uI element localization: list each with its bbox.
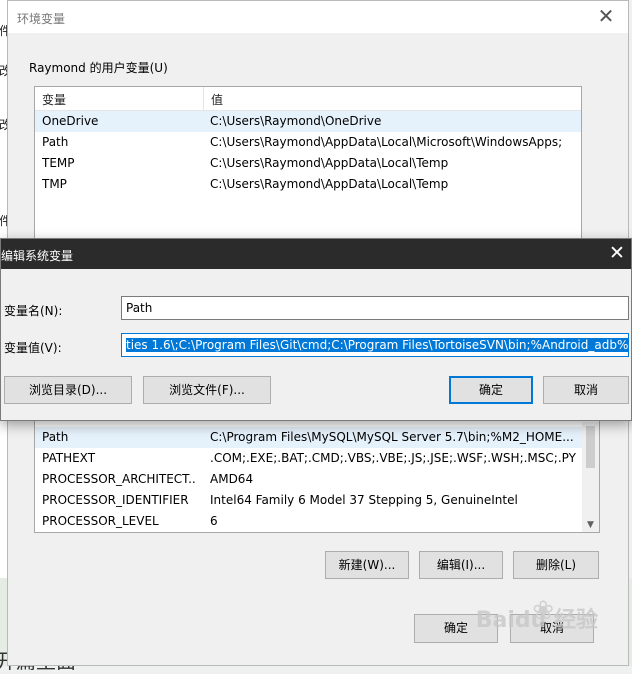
browse-file-button[interactable]: 浏览文件(F)... xyxy=(143,376,271,404)
variable-name: TEMP xyxy=(42,156,75,170)
variable-value: AMD64 xyxy=(210,472,254,486)
scrollbar-thumb[interactable] xyxy=(586,426,595,468)
variable-name: Path xyxy=(42,135,69,149)
column-divider[interactable] xyxy=(203,87,204,110)
new-variable-button[interactable]: 新建(W)... xyxy=(325,551,409,579)
system-variable-row[interactable]: PATHEXT .COM;.EXE;.BAT;.CMD;.VBS;.VBE;.J… xyxy=(35,448,582,469)
column-header-variable[interactable]: 变量 xyxy=(42,91,66,108)
browse-directory-button[interactable]: 浏览目录(D)... xyxy=(4,376,132,404)
close-icon[interactable]: ✕ xyxy=(596,5,616,27)
variable-name: OneDrive xyxy=(42,114,99,128)
user-variable-row[interactable]: Path C:\Users\Raymond\AppData\Local\Micr… xyxy=(35,132,581,153)
variable-value: C:\Users\Raymond\AppData\Local\Temp xyxy=(210,177,449,191)
variable-value: .COM;.EXE;.BAT;.CMD;.VBS;.VBE;.JS;.JSE;.… xyxy=(210,451,576,465)
variable-value: 6 xyxy=(210,514,218,528)
edit-dialog-titlebar: 编辑系统变量 ✕ xyxy=(1,239,631,269)
edit-variable-button[interactable]: 编辑(I)... xyxy=(419,551,503,579)
variable-value: C:\Users\Raymond\AppData\Local\Temp xyxy=(210,156,449,170)
env-dialog-title: 环境变量 xyxy=(17,12,66,26)
system-variable-row[interactable]: PROCESSOR_IDENTIFIER Intel64 Family 6 Mo… xyxy=(35,490,582,511)
variable-name: PROCESSOR_LEVEL xyxy=(42,514,159,528)
variable-name-input[interactable]: Path xyxy=(121,296,629,320)
column-header-value[interactable]: 值 xyxy=(211,91,223,108)
variable-value-label: 变量值(V): xyxy=(4,341,62,355)
delete-variable-button[interactable]: 删除(L) xyxy=(513,551,599,579)
watermark-text: Baidu 经验 xyxy=(475,608,598,633)
user-variables-list[interactable]: 变量 值 OneDrive C:\Users\Raymond\OneDrive … xyxy=(34,86,582,241)
user-list-header: 变量 值 xyxy=(35,87,581,111)
system-variable-row[interactable]: PROCESSOR_ARCHITECT... AMD64 xyxy=(35,469,582,490)
variable-value: C:\Users\Raymond\AppData\Local\Microsoft… xyxy=(210,135,563,149)
user-variable-row[interactable]: OneDrive C:\Users\Raymond\OneDrive xyxy=(35,111,581,132)
selected-value-text: ties 1.6\;C:\Program Files\Git\cmd;C:\Pr… xyxy=(126,338,628,352)
variable-name: Path xyxy=(42,430,69,444)
user-variable-row[interactable]: TMP C:\Users\Raymond\AppData\Local\Temp xyxy=(35,174,581,195)
variable-name: PROCESSOR_ARCHITECT... xyxy=(42,472,197,486)
edit-cancel-button[interactable]: 取消 xyxy=(543,376,629,404)
variable-value: C:\Users\Raymond\OneDrive xyxy=(210,114,382,128)
scroll-down-arrow-icon[interactable]: ▼ xyxy=(582,520,599,530)
env-dialog-titlebar: 环境变量 ✕ xyxy=(8,1,628,33)
edit-system-variable-dialog: 编辑系统变量 ✕ 变量名(N): Path 变量值(V): ties 1.6\;… xyxy=(0,238,632,421)
edit-ok-button[interactable]: 确定 xyxy=(449,376,533,404)
variable-value: Intel64 Family 6 Model 37 Stepping 5, Ge… xyxy=(210,493,518,507)
variable-name: PROCESSOR_IDENTIFIER xyxy=(42,493,189,507)
user-variables-group-label: Raymond 的用户变量(U) xyxy=(29,61,168,75)
system-variable-row[interactable]: Path C:\Program Files\MySQL\MySQL Server… xyxy=(35,427,582,448)
variable-value-input[interactable]: ties 1.6\;C:\Program Files\Git\cmd;C:\Pr… xyxy=(121,333,629,357)
system-list-scrollbar[interactable]: ▼ xyxy=(582,422,599,532)
edit-dialog-title: 编辑系统变量 xyxy=(1,249,74,263)
variable-name: TMP xyxy=(42,177,67,191)
user-variable-row[interactable]: TEMP C:\Users\Raymond\AppData\Local\Temp xyxy=(35,153,581,174)
variable-value: C:\Program Files\MySQL\MySQL Server 5.7\… xyxy=(210,430,574,444)
variable-name: PATHEXT xyxy=(42,451,96,465)
system-variable-row[interactable]: PROCESSOR_LEVEL 6 xyxy=(35,511,582,532)
close-icon[interactable]: ✕ xyxy=(607,242,627,264)
variable-name-label: 变量名(N): xyxy=(4,304,63,318)
